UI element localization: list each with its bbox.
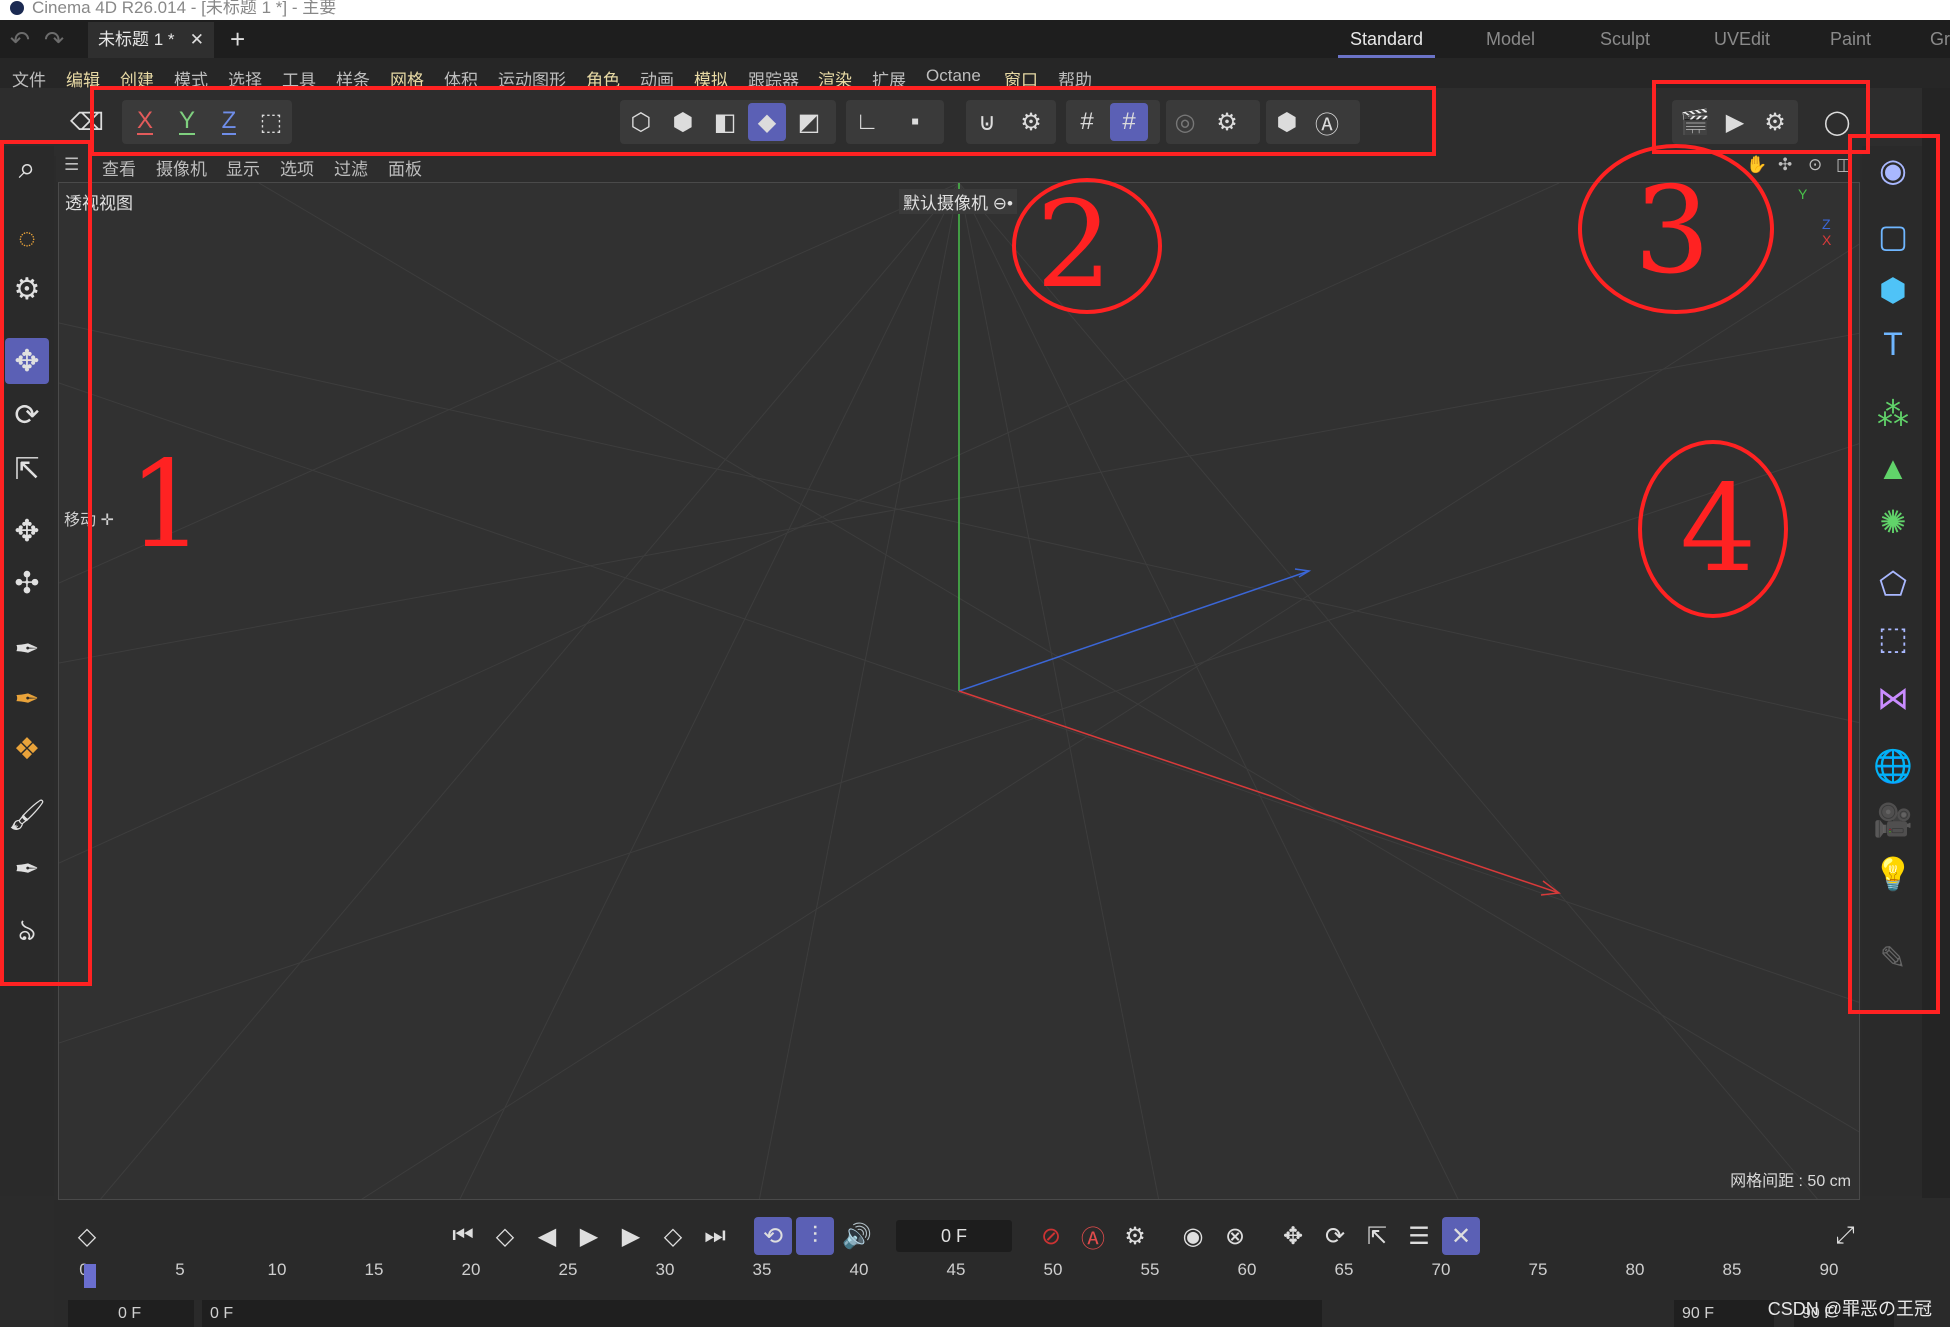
tick-label: 60 <box>1237 1260 1257 1279</box>
layout-gr[interactable]: Gr <box>1930 20 1950 58</box>
z-axis-line <box>958 570 1310 692</box>
tick-label: 40 <box>849 1260 869 1279</box>
dolly-view-icon[interactable]: ✣ <box>1778 155 1792 175</box>
annotation-box-3 <box>1652 80 1870 154</box>
tick-label: 45 <box>946 1260 966 1279</box>
position-key-icon[interactable]: ✥ <box>1274 1217 1312 1255</box>
viewport-menu-display[interactable]: 显示 <box>226 155 260 180</box>
go-to-end-icon[interactable]: ⏭ <box>696 1217 734 1255</box>
annotation-number-2: 2 <box>1036 176 1113 315</box>
autokey-icon[interactable]: Ⓐ <box>1074 1217 1112 1255</box>
grid-spacing-label: 网格间距 : 50 cm <box>1730 1173 1851 1190</box>
annotation-box-2 <box>90 86 1436 156</box>
layout-model[interactable]: Model <box>1486 20 1535 58</box>
redo-icon[interactable]: ↷ <box>44 26 64 55</box>
watermark: CSDN @罪恶の王冠 <box>1767 1299 1932 1319</box>
point-level-icon[interactable]: ✕ <box>1442 1217 1480 1255</box>
tick-label: 65 <box>1334 1260 1354 1279</box>
tick-label: 5 <box>175 1260 185 1279</box>
document-tab[interactable]: 未标题 1 * ✕ <box>88 22 214 58</box>
scale-key-icon[interactable]: ⇱ <box>1358 1217 1396 1255</box>
annotation-box-4 <box>1848 134 1940 1014</box>
gizmo-z-label: Z <box>1822 216 1831 232</box>
close-tab-icon[interactable]: ✕ <box>190 22 204 58</box>
camera-label[interactable]: 默认摄像机 ⊖• <box>899 189 1017 214</box>
document-tab-bar: ↶ ↷ 未标题 1 * ✕ + Standard Model Sculpt UV… <box>0 20 1950 58</box>
gizmo-x-label: X <box>1822 232 1832 248</box>
window-title: Cinema 4D R26.014 - [未标题 1 *] - 主要 <box>32 0 337 17</box>
window-title-bar: Cinema 4D R26.014 - [未标题 1 *] - 主要 <box>0 0 1950 20</box>
current-frame-field[interactable]: 0 F <box>896 1220 1012 1252</box>
layout-sculpt[interactable]: Sculpt <box>1600 20 1650 58</box>
key-filter-icon[interactable]: ⊗ <box>1216 1217 1254 1255</box>
tick-label: 30 <box>655 1260 675 1279</box>
go-to-start-icon[interactable]: ⏮ <box>444 1217 482 1255</box>
viewport-menu-view[interactable]: 查看 <box>102 155 136 180</box>
annotation-number-1: 1 <box>128 436 205 575</box>
next-frame-icon[interactable]: ▶ <box>612 1217 650 1255</box>
camera-name: 默认摄像机 <box>903 194 988 213</box>
viewport-menu-options[interactable]: 选项 <box>280 155 314 180</box>
record-icon[interactable]: ⊘ <box>1032 1217 1070 1255</box>
layout-paint[interactable]: Paint <box>1830 20 1871 58</box>
timeline-editor-icon[interactable]: ⤢ <box>1826 1217 1864 1255</box>
key-settings-icon[interactable]: ⚙ <box>1116 1217 1154 1255</box>
next-key-icon[interactable]: ◇ <box>654 1217 692 1255</box>
min-frame-field[interactable]: 0 F <box>202 1300 1322 1327</box>
play-icon[interactable]: ▶ <box>570 1217 608 1255</box>
tick-label: 15 <box>364 1260 384 1279</box>
previous-key-icon[interactable]: ◇ <box>486 1217 524 1255</box>
start-frame-field[interactable]: 0 F <box>68 1300 194 1327</box>
previous-frame-icon[interactable]: ◀ <box>528 1217 566 1255</box>
tick-label: 80 <box>1625 1260 1645 1279</box>
tick-label: 35 <box>752 1260 772 1279</box>
layout-standard[interactable]: Standard <box>1337 20 1436 58</box>
end-frame-field[interactable]: 90 F <box>1674 1300 1774 1327</box>
tick-label: 85 <box>1722 1260 1742 1279</box>
tick-label: 70 <box>1431 1260 1451 1279</box>
menu-octane[interactable]: Octane <box>926 66 981 86</box>
perspective-viewport[interactable]: 透视视图 默认摄像机 ⊖• 网格间距 : 50 cm <box>58 182 1860 1200</box>
gizmo-y-label: Y <box>1798 186 1808 202</box>
tick-label: 55 <box>1140 1260 1160 1279</box>
tick-label: 90 <box>1819 1260 1839 1279</box>
tick-label: 20 <box>461 1260 481 1279</box>
viewport-menu-panel[interactable]: 面板 <box>388 155 422 180</box>
cinema4d-logo-icon <box>10 1 24 15</box>
rotation-key-icon[interactable]: ⟳ <box>1316 1217 1354 1255</box>
timeline-panel: ◇ ⏮ ◇ ◀ ▶ ▶ ◇ ⏭ ⟲ ⫶ 🔊 0 F ⊘ Ⓐ ⚙ ◉ ⊗ ✥ ⟳ … <box>54 1200 1950 1327</box>
axis-gizmo: Y Z X <box>1790 186 1840 248</box>
sound-icon[interactable]: 🔊 <box>838 1217 876 1255</box>
viewport-menu-cameras[interactable]: 摄像机 <box>156 155 207 180</box>
parameter-key-icon[interactable]: ☰ <box>1400 1217 1438 1255</box>
rotate-view-icon[interactable]: ⊙ <box>1808 155 1822 175</box>
tick-label: 10 <box>267 1260 287 1279</box>
add-tab-icon[interactable]: + <box>230 24 245 55</box>
annotation-number-4: 4 <box>1680 460 1757 599</box>
tick-label: 50 <box>1043 1260 1063 1279</box>
annotation-box-1 <box>0 140 92 986</box>
mouse-keying-icon[interactable]: ◉ <box>1174 1217 1212 1255</box>
timeline-ruler[interactable]: 0 5 10 15 20 25 30 35 40 45 50 55 60 65 … <box>79 1260 1904 1296</box>
annotation-number-3: 3 <box>1634 162 1711 301</box>
timeline-playhead[interactable] <box>84 1264 96 1288</box>
camera-icon: ⊖• <box>992 194 1013 213</box>
undo-icon[interactable]: ↶ <box>10 26 30 55</box>
viewport-menu-filter[interactable]: 过滤 <box>334 155 368 180</box>
keyframe-icon[interactable]: ◇ <box>68 1217 106 1255</box>
viewport-grid <box>59 183 1859 1199</box>
x-axis-line <box>958 690 1560 894</box>
tick-label: 75 <box>1528 1260 1548 1279</box>
move-tooltip-icon: ✛ <box>100 512 114 529</box>
layout-uvedit[interactable]: UVEdit <box>1714 20 1770 58</box>
loop-icon[interactable]: ⟲ <box>754 1217 792 1255</box>
tick-label: 25 <box>558 1260 578 1279</box>
playback-rate-icon[interactable]: ⫶ <box>796 1217 834 1255</box>
document-tab-label: 未标题 1 * <box>98 30 175 49</box>
